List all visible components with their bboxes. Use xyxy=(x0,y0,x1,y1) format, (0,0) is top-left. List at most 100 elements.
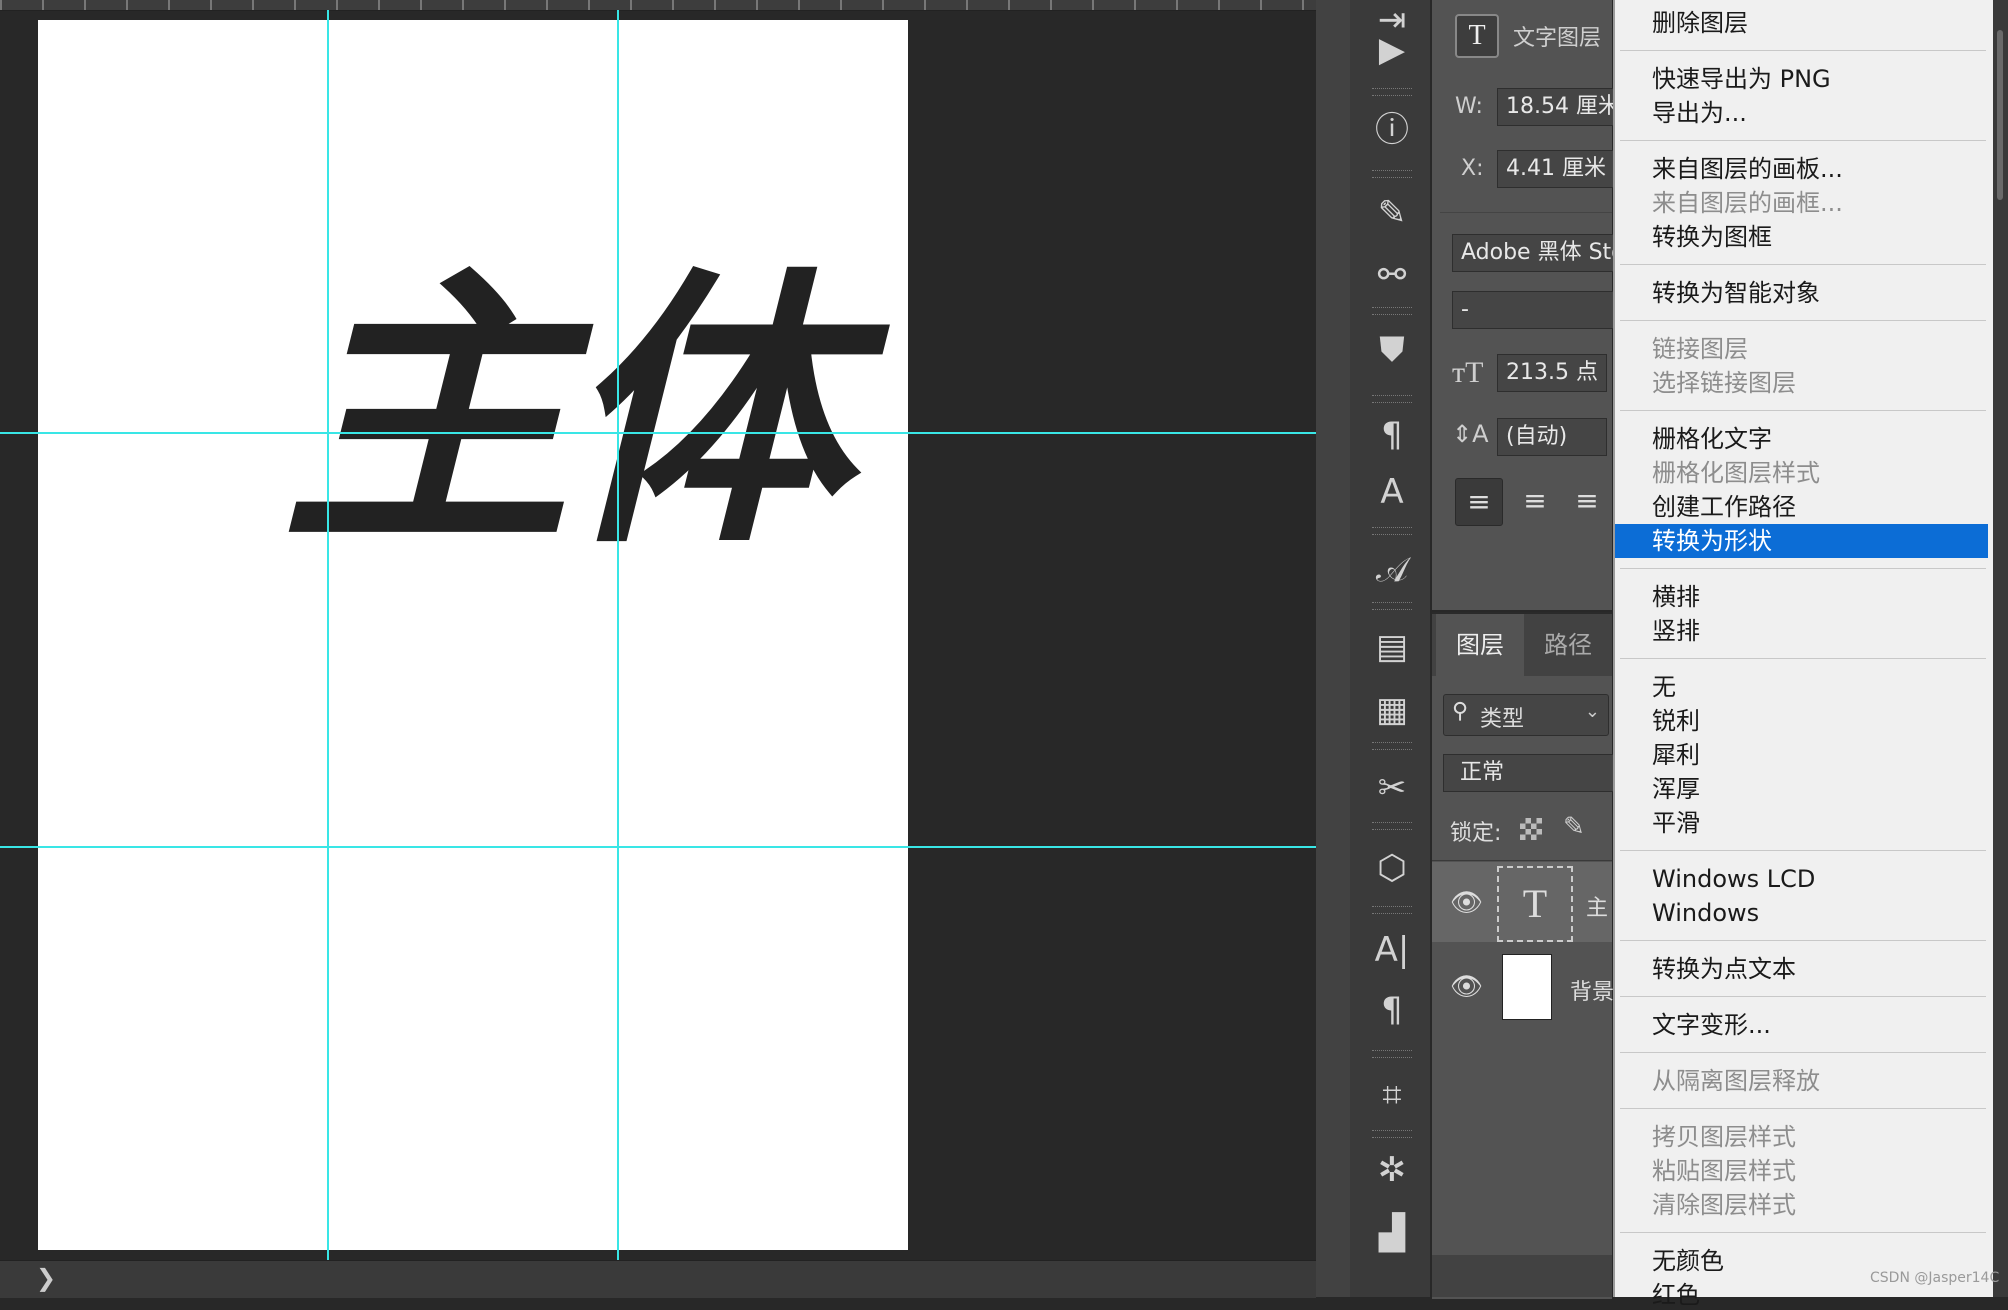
menu-item-5-2[interactable]: 创建工作路径 xyxy=(1652,492,1796,522)
font-size-field[interactable]: 213.5 点 xyxy=(1497,354,1607,392)
lock-label: 锁定: xyxy=(1450,821,1502,846)
canvas-area[interactable]: 主体 xyxy=(0,0,1316,1260)
menu-separator xyxy=(1620,320,1986,321)
font-style-select[interactable]: - xyxy=(1452,291,1617,329)
menu-separator xyxy=(1620,568,1986,569)
lock-image-pixels-icon[interactable]: ✎ xyxy=(1563,812,1585,842)
panel-grip[interactable] xyxy=(1372,307,1412,315)
text-layer-thumbnail: T xyxy=(1497,866,1573,942)
guide-vertical-1[interactable] xyxy=(327,10,329,1260)
align-center-button[interactable]: ≡ xyxy=(1512,478,1558,524)
menu-separator xyxy=(1620,50,1986,51)
align-left-button[interactable]: ≡ xyxy=(1455,478,1503,526)
libraries-icon[interactable]: ▤ xyxy=(1372,627,1412,667)
width-field[interactable]: 18.54 厘米 xyxy=(1497,88,1617,126)
glyphs-icon[interactable]: 𝒜 xyxy=(1372,550,1412,590)
menu-item-5-1: 栅格化图层样式 xyxy=(1652,459,1820,487)
menu-item-8-0[interactable]: Windows LCD xyxy=(1652,864,1815,894)
menu-item-13-0[interactable]: 无颜色 xyxy=(1652,1246,1724,1276)
menu-separator xyxy=(1620,264,1986,265)
layer-name[interactable]: 背景 xyxy=(1570,974,1614,1006)
menu-item-5-3[interactable]: 转换为形状 xyxy=(1652,526,1772,556)
menu-item-6-0[interactable]: 横排 xyxy=(1652,582,1700,612)
adjustments-icon[interactable]: ⚯ xyxy=(1372,255,1412,295)
menu-item-7-3[interactable]: 浑厚 xyxy=(1652,774,1700,804)
histogram-icon[interactable]: ▟ xyxy=(1372,1213,1412,1253)
menu-item-3-0[interactable]: 转换为智能对象 xyxy=(1652,278,1820,308)
layer-type-label: 文字图层 xyxy=(1513,26,1602,51)
visibility-eye-icon[interactable]: 👁 xyxy=(1450,888,1483,918)
menu-separator xyxy=(1620,1052,1986,1053)
tab-paths[interactable]: 路径 xyxy=(1528,614,1608,676)
menu-item-4-1: 选择链接图层 xyxy=(1652,369,1796,397)
tab-layers[interactable]: 图层 xyxy=(1436,614,1524,676)
panel-grip[interactable] xyxy=(1372,1130,1412,1138)
menu-item-0-0[interactable]: 删除图层 xyxy=(1652,8,1748,38)
panel-grip[interactable] xyxy=(1372,822,1412,830)
menu-item-1-0[interactable]: 快速导出为 PNG xyxy=(1652,64,1831,94)
visibility-eye-icon[interactable]: 👁 xyxy=(1450,972,1483,1002)
x-label: X: xyxy=(1461,156,1484,181)
menu-item-13-1[interactable]: 红色 xyxy=(1652,1280,1700,1310)
tool-presets-icon[interactable]: ✂ xyxy=(1372,768,1412,808)
font-family-select[interactable]: Adobe 黑体 Std xyxy=(1452,234,1617,272)
leading-field[interactable]: (自动) xyxy=(1497,418,1607,456)
menu-item-2-0[interactable]: 来自图层的画板... xyxy=(1652,154,1843,184)
canvas-text-layer[interactable]: 主体 xyxy=(264,246,908,583)
timeline-icon[interactable]: ⌗ xyxy=(1372,1075,1412,1115)
menu-item-10-0[interactable]: 文字变形... xyxy=(1652,1010,1771,1040)
menu-separator xyxy=(1620,850,1986,851)
panel-grip[interactable] xyxy=(1372,88,1412,96)
menu-item-6-1[interactable]: 竖排 xyxy=(1652,616,1700,646)
menu-separator xyxy=(1620,410,1986,411)
guide-horizontal-2[interactable] xyxy=(0,846,1316,848)
document-canvas[interactable]: 主体 xyxy=(38,20,908,1250)
play-icon[interactable]: ▶ xyxy=(1372,30,1412,70)
chevron-down-icon: ⌄ xyxy=(1584,701,1600,722)
panel-grip[interactable] xyxy=(1372,1050,1412,1058)
menu-item-7-0[interactable]: 无 xyxy=(1652,672,1676,702)
panel-grip[interactable] xyxy=(1372,170,1412,178)
layer-name[interactable]: 主 xyxy=(1586,890,1608,922)
info-icon[interactable]: ⓘ xyxy=(1372,110,1412,150)
menu-item-11-0: 从隔离图层释放 xyxy=(1652,1067,1820,1095)
align-right-button[interactable]: ≡ xyxy=(1564,478,1610,524)
panel-grip[interactable] xyxy=(1372,742,1412,750)
scrollbar-thumb[interactable] xyxy=(1997,30,2003,200)
3d-icon[interactable]: ⬡ xyxy=(1372,848,1412,888)
paragraph-icon[interactable]: ¶ xyxy=(1372,990,1412,1030)
horizontal-ruler xyxy=(0,0,1316,11)
panel-grip[interactable] xyxy=(1372,395,1412,403)
menu-item-2-1: 来自图层的画框... xyxy=(1652,189,1843,217)
menu-item-2-2[interactable]: 转换为图框 xyxy=(1652,222,1772,252)
menu-item-1-1[interactable]: 导出为... xyxy=(1652,98,1747,128)
menu-item-8-1[interactable]: Windows xyxy=(1652,898,1759,928)
width-label: W: xyxy=(1455,94,1483,119)
menu-item-5-0[interactable]: 栅格化文字 xyxy=(1652,424,1772,454)
menu-item-7-2[interactable]: 犀利 xyxy=(1652,740,1700,770)
x-field[interactable]: 4.41 厘米 xyxy=(1497,150,1617,188)
navigator-icon[interactable]: ✲ xyxy=(1372,1150,1412,1190)
panel-grip[interactable] xyxy=(1372,602,1412,610)
character-icon[interactable]: A| xyxy=(1372,930,1412,970)
menu-item-7-4[interactable]: 平滑 xyxy=(1652,808,1700,838)
guide-horizontal-1[interactable] xyxy=(0,432,1316,434)
notes-icon[interactable]: ▦ xyxy=(1372,690,1412,730)
lock-transparent-pixels-icon[interactable] xyxy=(1520,818,1542,840)
blend-mode-select[interactable]: 正常 xyxy=(1443,754,1619,792)
brush-presets-icon[interactable]: ✎ xyxy=(1372,193,1412,233)
panel-grip[interactable] xyxy=(1372,906,1412,914)
layer-type-badge: T xyxy=(1455,14,1499,58)
menu-separator xyxy=(1620,1232,1986,1233)
guide-vertical-2[interactable] xyxy=(617,10,619,1260)
layer-filter-select[interactable]: ⚲ 类型 ⌄ xyxy=(1443,694,1609,736)
menu-item-9-0[interactable]: 转换为点文本 xyxy=(1652,954,1796,984)
font-size-icon: ᴛT xyxy=(1452,356,1484,389)
clone-source-icon[interactable]: ⛊ xyxy=(1372,330,1412,370)
panel-grip[interactable] xyxy=(1372,527,1412,535)
status-expand-chevron-icon[interactable]: ❯ xyxy=(36,1264,56,1292)
menu-item-7-1[interactable]: 锐利 xyxy=(1652,706,1700,736)
paragraph-styles-icon[interactable]: ¶ xyxy=(1372,415,1412,455)
character-styles-icon[interactable]: A xyxy=(1372,472,1412,512)
layers-footer xyxy=(1432,1255,1612,1297)
